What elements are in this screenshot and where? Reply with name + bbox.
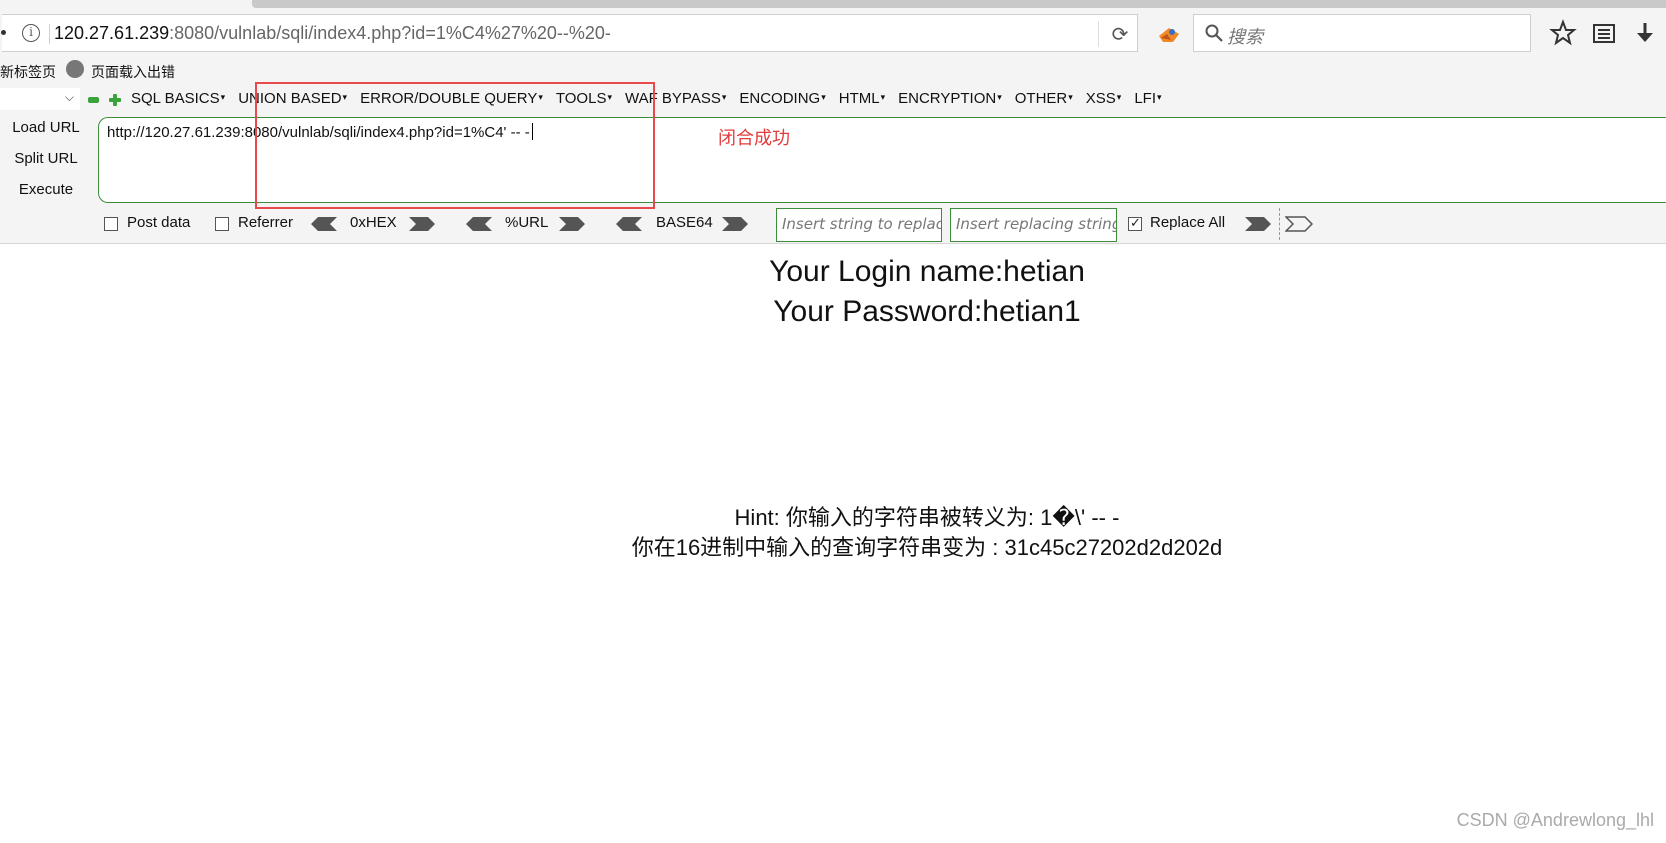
tab-strip-bar bbox=[252, 0, 1666, 8]
url-encode-arrow-icon[interactable] bbox=[558, 216, 586, 232]
hex-label: 0xHEX bbox=[350, 214, 397, 231]
annotation-note: 闭合成功 bbox=[718, 128, 790, 149]
base64-label: BASE64 bbox=[656, 214, 713, 231]
referrer-label: Referrer bbox=[238, 214, 294, 231]
extension-fox-icon[interactable] bbox=[1155, 20, 1183, 48]
address-path: :8080/vulnlab/sqli/index4.php?id=1%C4%27… bbox=[169, 23, 611, 43]
bookmark-load-error[interactable]: 页面载入出错 bbox=[91, 62, 175, 82]
replace-all-label: Replace All bbox=[1150, 214, 1226, 231]
post-data-checkbox[interactable] bbox=[104, 217, 118, 231]
replace-all-checkbox[interactable] bbox=[1128, 215, 1142, 231]
address-text[interactable]: 120.27.61.239:8080/vulnlab/sqli/index4.p… bbox=[54, 23, 611, 44]
address-bar[interactable]: i 120.27.61.239:8080/vulnlab/sqli/index4… bbox=[1, 14, 1138, 52]
hex-encode-arrow-icon[interactable] bbox=[408, 216, 436, 232]
reload-separator bbox=[1098, 21, 1099, 47]
login-name-line: Your Login name:hetian bbox=[769, 255, 1085, 288]
replace-arrow-icon[interactable] bbox=[1244, 216, 1272, 232]
url-label: %URL bbox=[505, 214, 549, 231]
info-icon[interactable]: i bbox=[22, 24, 40, 42]
hex-decode-arrow-icon[interactable] bbox=[310, 216, 338, 232]
menu-sql-basics[interactable]: SQL BASICS bbox=[131, 90, 225, 110]
chrome-divider bbox=[0, 243, 1666, 244]
execute-button[interactable]: Execute bbox=[0, 181, 92, 198]
menu-html[interactable]: HTML bbox=[839, 90, 885, 110]
page-dot-icon bbox=[1, 30, 6, 35]
browser-chrome: i 120.27.61.239:8080/vulnlab/sqli/index4… bbox=[0, 0, 1666, 243]
load-url-button[interactable]: Load URL bbox=[0, 119, 92, 136]
menu-other[interactable]: OTHER bbox=[1015, 90, 1073, 110]
bookmark-star-icon[interactable] bbox=[1548, 18, 1578, 48]
download-icon[interactable] bbox=[1630, 18, 1660, 48]
chevron-down-icon: ⌵ bbox=[64, 90, 74, 104]
password-line: Your Password:hetian1 bbox=[773, 295, 1081, 328]
address-separator bbox=[49, 24, 50, 44]
menu-lfi[interactable]: LFI bbox=[1134, 90, 1161, 110]
minus-icon[interactable] bbox=[88, 97, 99, 103]
post-data-label: Post data bbox=[127, 214, 191, 231]
replacing-string-input[interactable]: Insert replacing string bbox=[950, 208, 1117, 242]
menu-encryption[interactable]: ENCRYPTION bbox=[898, 90, 1002, 110]
hint-block: Hint: 你输入的字符串被转义为: 1�\' -- - 你在16进制中输入的查… bbox=[0, 503, 1666, 563]
menu-encoding[interactable]: ENCODING bbox=[739, 90, 825, 110]
hint-line: Hint: 你输入的字符串被转义为: 1�\' -- - bbox=[734, 505, 1120, 530]
search-bar[interactable]: 搜索 bbox=[1193, 14, 1531, 52]
address-host: 120.27.61.239 bbox=[54, 23, 170, 43]
menu-xss[interactable]: XSS bbox=[1086, 90, 1122, 110]
referrer-checkbox[interactable] bbox=[215, 217, 229, 231]
replace-string-input[interactable]: Insert string to replace bbox=[776, 208, 942, 242]
base64-encode-arrow-icon[interactable] bbox=[721, 216, 749, 232]
options-separator bbox=[1279, 208, 1280, 240]
plus-icon[interactable] bbox=[108, 93, 122, 107]
bookmark-new-tab[interactable]: 新标签页 bbox=[0, 62, 56, 82]
watermark: CSDN @Andrewlong_lhl bbox=[1456, 810, 1654, 830]
hackbar-select[interactable]: ⌵ bbox=[0, 88, 80, 110]
search-icon bbox=[1205, 24, 1223, 42]
url-decode-arrow-icon[interactable] bbox=[465, 216, 493, 232]
hex-query-line: 你在16进制中输入的查询字符串变为 : 31c45c27202d2d202d bbox=[631, 535, 1223, 560]
tab-strip bbox=[0, 0, 1666, 8]
reload-icon[interactable]: ⟳ bbox=[1108, 22, 1132, 46]
split-url-button[interactable]: Split URL bbox=[0, 150, 92, 167]
search-placeholder: 搜索 bbox=[1227, 27, 1263, 48]
login-result: Your Login name:hetian Your Password:het… bbox=[0, 252, 1666, 332]
replace-reverse-arrow-icon[interactable] bbox=[1285, 216, 1313, 232]
library-icon[interactable] bbox=[1589, 18, 1619, 48]
base64-decode-arrow-icon[interactable] bbox=[615, 216, 643, 232]
globe-icon bbox=[66, 60, 84, 78]
annotation-highlight-box bbox=[255, 82, 655, 209]
